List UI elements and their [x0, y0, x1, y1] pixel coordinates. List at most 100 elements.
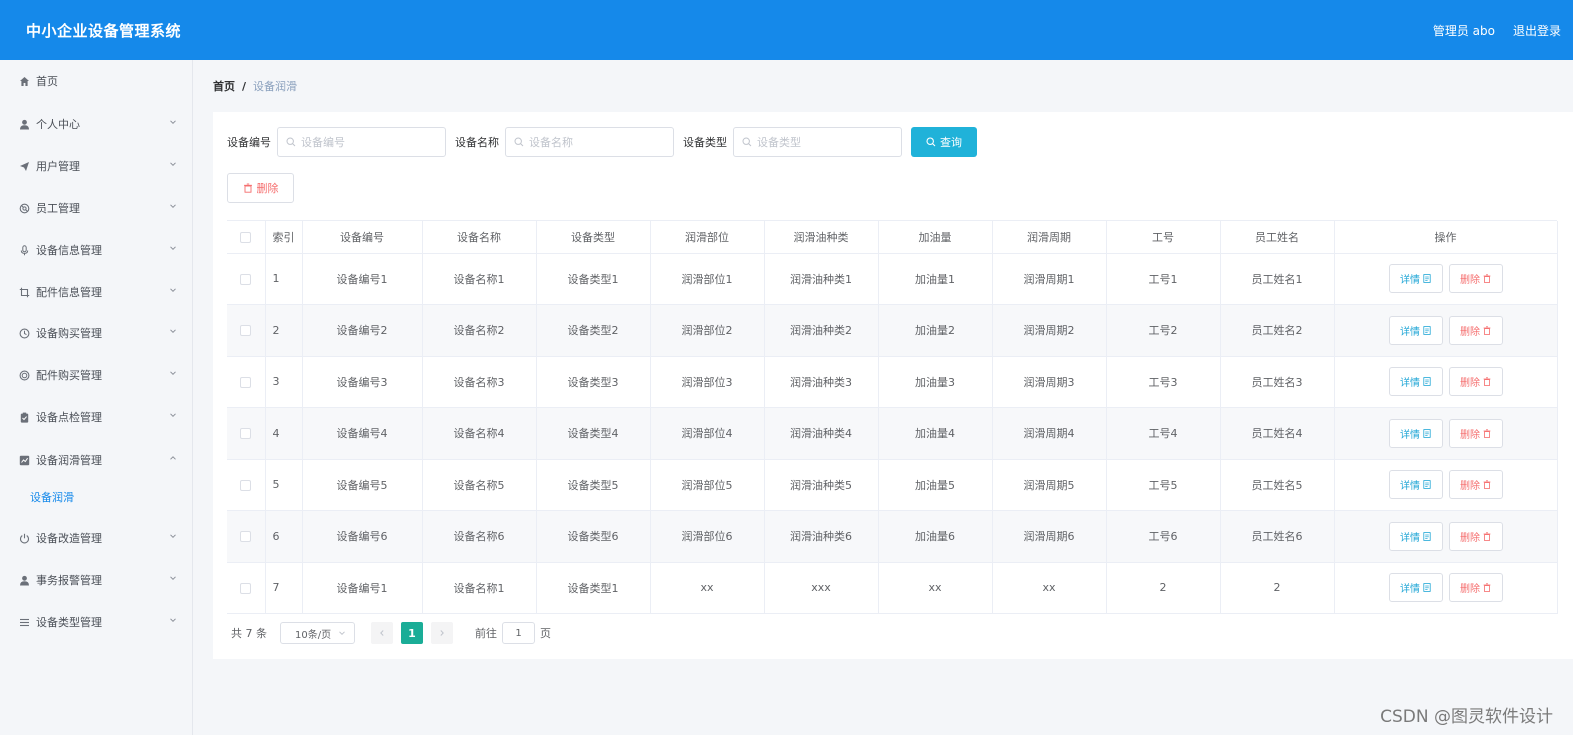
row-checkbox[interactable] — [240, 531, 252, 543]
table-cell: 加油量3 — [878, 356, 993, 408]
sidebar-item-1[interactable]: 首页 — [0, 66, 193, 96]
goto-page-input[interactable] — [502, 622, 535, 644]
row-checkbox[interactable] — [240, 582, 252, 594]
top-header: 中小企业设备管理系统 管理员 abo 退出登录 — [0, 0, 1573, 60]
table-cell: 设备类型2 — [536, 304, 651, 357]
row-select-cell — [227, 459, 266, 511]
row-delete-button[interactable]: 删除 — [1448, 573, 1503, 603]
sidebar-subitem-active[interactable]: 设备润滑 — [0, 482, 193, 512]
goto-suffix: 页 — [540, 627, 551, 640]
row-checkbox[interactable] — [240, 273, 252, 285]
device-type-input[interactable] — [757, 135, 897, 149]
device-name-input[interactable] — [529, 135, 669, 149]
row-detail-label: 详情 — [1400, 481, 1420, 493]
row-detail-button[interactable]: 详情 — [1388, 573, 1443, 603]
row-actions-cell: 详情 删除 — [1334, 356, 1558, 408]
row-detail-button[interactable]: 详情 — [1388, 367, 1443, 397]
next-page-button[interactable] — [431, 622, 453, 644]
sidebar-item-10[interactable]: 设备润滑管理 — [0, 445, 193, 475]
row-checkbox[interactable] — [240, 325, 252, 337]
sidebar-item-11[interactable]: 设备改造管理 — [0, 523, 193, 553]
clock-icon — [18, 327, 30, 339]
goto-prefix: 前往 — [475, 627, 497, 640]
query-button[interactable]: 查询 — [911, 127, 977, 157]
sidebar-item-2[interactable]: 个人中心 — [0, 109, 193, 139]
sidebar-item-12[interactable]: 事务报警管理 — [0, 565, 193, 595]
row-delete-button[interactable]: 删除 — [1448, 521, 1503, 551]
sidebar-item-8[interactable]: 配件购买管理 — [0, 360, 193, 390]
row-delete-button[interactable]: 删除 — [1448, 470, 1503, 500]
home-icon — [18, 75, 30, 87]
search-box-device-code[interactable] — [277, 127, 446, 157]
sidebar-item-6[interactable]: 配件信息管理 — [0, 277, 193, 307]
breadcrumb-home[interactable]: 首页 — [213, 78, 235, 94]
row-detail-button[interactable]: 详情 — [1388, 315, 1443, 345]
row-detail-button[interactable]: 详情 — [1388, 521, 1443, 551]
table-cell: 加油量4 — [878, 407, 993, 460]
row-detail-button[interactable]: 详情 — [1388, 418, 1443, 448]
row-detail-label: 详情 — [1400, 326, 1420, 338]
table-cell: 2 — [1220, 562, 1335, 614]
power-icon — [18, 532, 30, 544]
batch-delete-button[interactable]: 删除 — [227, 173, 294, 203]
select-all-checkbox[interactable] — [240, 231, 252, 243]
table-row: 7 设备编号1 设备名称1 设备类型1 xx xxx xx xx 2 2 详情 删除 — [227, 562, 1558, 614]
table-cell: 润滑周期4 — [992, 407, 1107, 460]
table-cell: 润滑部位3 — [650, 356, 765, 408]
table-cell: 润滑部位4 — [650, 407, 765, 460]
row-delete-button[interactable]: 删除 — [1448, 315, 1503, 345]
table-cell: 员工姓名4 — [1220, 407, 1335, 460]
table-cell: 润滑油种类6 — [764, 510, 879, 563]
trash-icon — [1483, 326, 1491, 335]
sidebar-item-label: 事务报警管理 — [36, 574, 102, 587]
search-box-device-name[interactable] — [505, 127, 674, 157]
prev-page-button[interactable] — [371, 622, 393, 644]
row-checkbox[interactable] — [240, 376, 252, 388]
sidebar-item-5[interactable]: 设备信息管理 — [0, 235, 193, 265]
row-checkbox[interactable] — [240, 428, 252, 440]
table-cell: 设备名称1 — [422, 253, 537, 305]
trash-icon — [1483, 480, 1491, 490]
table-cell: 润滑油种类2 — [764, 304, 879, 357]
table-cell: 工号6 — [1106, 510, 1221, 563]
page-size-select[interactable]: 10条/页 — [280, 622, 355, 644]
page-number-current[interactable]: 1 — [401, 622, 423, 644]
row-detail-button[interactable]: 详情 — [1388, 264, 1443, 294]
clipboard-icon — [18, 411, 30, 423]
table-cell: 1 — [265, 253, 303, 305]
row-delete-label: 删除 — [1460, 584, 1480, 596]
row-delete-button[interactable]: 删除 — [1448, 367, 1503, 397]
table-cell: 员工姓名5 — [1220, 459, 1335, 511]
sidebar-item-9[interactable]: 设备点检管理 — [0, 402, 193, 432]
user-icon — [18, 118, 30, 130]
column-header: 工号 — [1106, 221, 1221, 254]
document-icon — [1423, 325, 1431, 335]
row-delete-button[interactable]: 删除 — [1448, 264, 1503, 294]
device-code-input[interactable] — [301, 135, 441, 149]
current-user-label[interactable]: 管理员 abo — [1433, 22, 1495, 39]
row-checkbox[interactable] — [240, 479, 252, 491]
sidebar-item-7[interactable]: 设备购买管理 — [0, 318, 193, 348]
lubrication-table: 索引 设备编号 设备名称 设备类型 润滑部位 润滑油种类 加油量 润滑周期 工号… — [227, 220, 1558, 614]
row-actions-cell: 详情 删除 — [1334, 407, 1558, 460]
row-delete-button[interactable]: 删除 — [1448, 418, 1503, 448]
breadcrumb: 首页 / 设备润滑 — [213, 78, 297, 94]
table-cell: 工号3 — [1106, 356, 1221, 408]
trash-icon — [1483, 274, 1491, 284]
row-detail-label: 详情 — [1400, 275, 1420, 287]
sidebar-item-label: 配件购买管理 — [36, 369, 102, 382]
trash-icon — [1483, 377, 1491, 387]
table-header-row: 索引 设备编号 设备名称 设备类型 润滑部位 润滑油种类 加油量 润滑周期 工号… — [227, 221, 1558, 254]
sidebar-item-4[interactable]: 员工管理 — [0, 193, 193, 223]
trash-icon — [1483, 429, 1491, 438]
row-detail-label: 详情 — [1400, 429, 1420, 441]
search-box-device-type[interactable] — [733, 127, 902, 157]
sidebar-item-13[interactable]: 设备类型管理 — [0, 607, 193, 637]
row-detail-button[interactable]: 详情 — [1388, 470, 1443, 500]
search-icon — [742, 137, 752, 147]
table-row: 2 设备编号2 设备名称2 设备类型2 润滑部位2 润滑油种类2 加油量2 润滑周期2 工号2 员… — [227, 304, 1558, 357]
column-header: 设备名称 — [422, 221, 537, 254]
logout-link[interactable]: 退出登录 — [1513, 22, 1561, 39]
table-cell: 设备编号1 — [302, 253, 423, 305]
sidebar-item-3[interactable]: 用户管理 — [0, 151, 193, 181]
